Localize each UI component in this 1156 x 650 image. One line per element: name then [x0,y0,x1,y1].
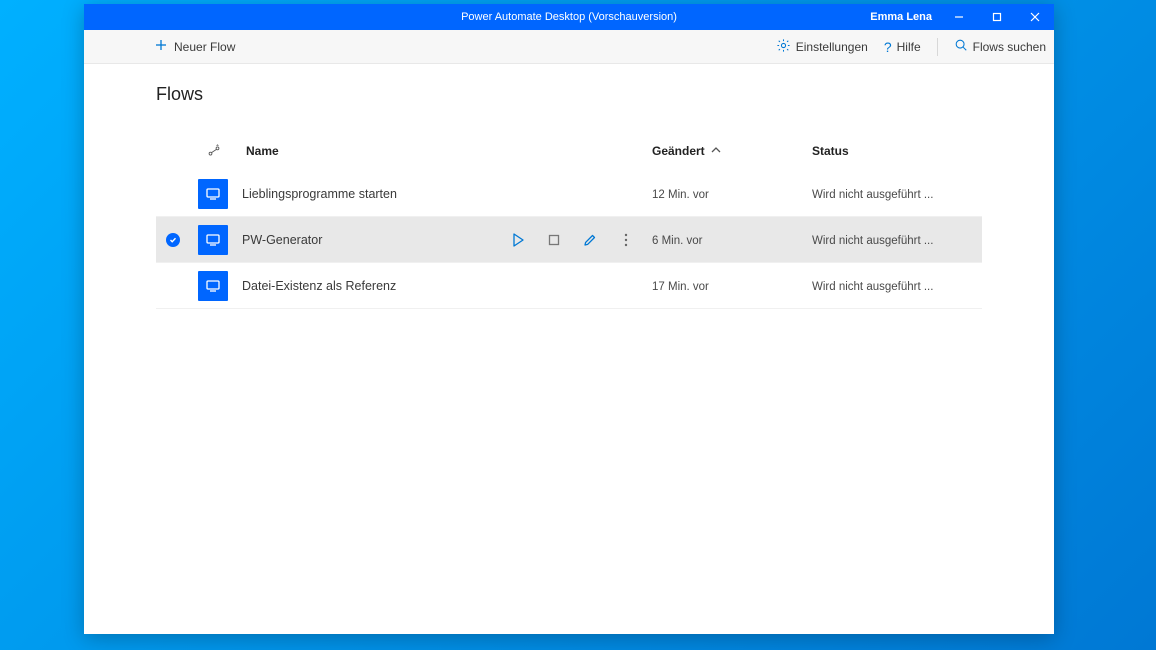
table-row[interactable]: PW-Generator 6 Min. vor Wi [156,217,982,263]
flow-type-icon [198,225,228,255]
edit-button[interactable] [582,232,598,248]
app-window: Power Automate Desktop (Vorschauversion)… [84,4,1054,634]
plus-icon [154,38,168,55]
flow-type-icon [198,271,228,301]
col-name-header[interactable]: Name [240,144,502,158]
table-row[interactable]: Lieblingsprogramme starten 12 Min. vor W… [156,171,982,217]
help-label: Hilfe [897,40,921,54]
maximize-button[interactable] [978,4,1016,30]
search-flows[interactable]: Flows suchen [954,38,1046,55]
search-icon [954,38,968,55]
question-icon: ? [884,39,892,55]
col-modified-header[interactable]: Geändert [652,144,812,158]
stop-button[interactable] [546,232,562,248]
table-header: Name Geändert Status [156,131,982,171]
settings-label: Einstellungen [796,40,868,54]
table-row[interactable]: Datei-Existenz als Referenz 17 Min. vor … [156,263,982,309]
toolbar: Neuer Flow Einstellungen ? Hilfe [84,30,1054,64]
flow-name: PW-Generator [242,233,322,247]
settings-button[interactable]: Einstellungen [776,38,868,56]
flow-name: Datei-Existenz als Referenz [242,279,396,293]
user-name: Emma Lena [870,11,932,23]
flow-modified: 12 Min. vor [652,189,709,201]
flow-status: Wird nicht ausgeführt ... [812,281,933,293]
col-status-header[interactable]: Status [812,144,982,158]
check-circle-icon [166,233,180,247]
flow-status: Wird nicht ausgeführt ... [812,235,933,247]
sort-icon [207,144,221,158]
flow-modified: 6 Min. vor [652,235,703,247]
window-controls [940,4,1054,30]
window-title: Power Automate Desktop (Vorschauversion) [461,11,677,23]
page-title: Flows [156,84,982,105]
new-flow-button[interactable]: Neuer Flow [154,38,235,55]
new-flow-label: Neuer Flow [174,40,235,54]
chevron-up-icon [711,144,721,158]
content-area: Flows Name [84,64,1054,634]
more-button[interactable] [618,232,634,248]
flow-name: Lieblingsprogramme starten [242,187,397,201]
flow-status: Wird nicht ausgeführt ... [812,189,933,201]
minimize-button[interactable] [940,4,978,30]
play-button[interactable] [510,232,526,248]
row-actions [502,232,652,248]
gear-icon [776,38,791,56]
toolbar-separator [937,38,938,56]
col-sort-header[interactable] [194,144,240,158]
flow-type-icon [198,179,228,209]
close-button[interactable] [1016,4,1054,30]
search-label: Flows suchen [973,40,1046,54]
flows-table: Name Geändert Status [156,131,982,309]
flow-modified: 17 Min. vor [652,281,709,293]
titlebar: Power Automate Desktop (Vorschauversion)… [84,4,1054,30]
help-button[interactable]: ? Hilfe [884,39,921,55]
row-check[interactable] [156,233,190,247]
